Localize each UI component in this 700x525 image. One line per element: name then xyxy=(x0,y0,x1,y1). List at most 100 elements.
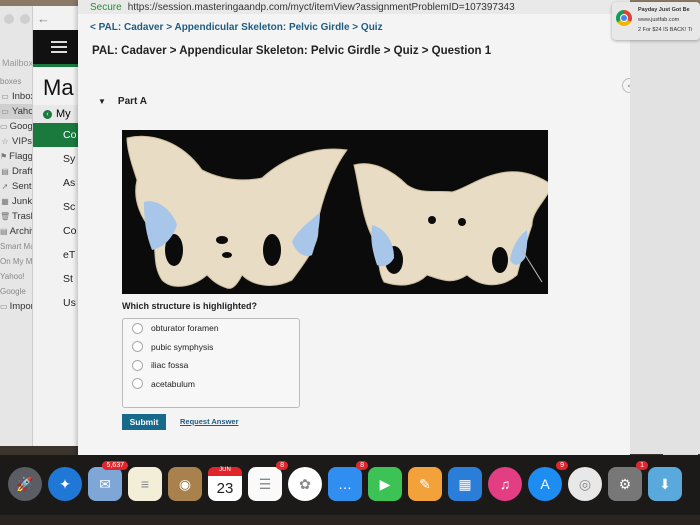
notification-badge: 9 xyxy=(556,461,568,470)
send-icon: ➚ xyxy=(1,182,9,191)
dock-app-photos[interactable]: ✿ xyxy=(288,467,322,501)
notification-badge: 8 xyxy=(356,461,368,470)
right-pelvis xyxy=(353,163,548,286)
junk-icon: ▦ xyxy=(1,197,9,206)
address-book-icon: ◉ xyxy=(178,475,192,492)
part-a-toggle[interactable]: ▼ Part A xyxy=(98,96,147,107)
page-title: PAL: Cadaver > Appendicular Skeleton: Pe… xyxy=(92,45,492,57)
podium-icon: ▦ xyxy=(458,475,472,492)
arrow-left-icon[interactable]: ← xyxy=(37,11,50,26)
dock-app-reminders[interactable]: ☰ 8 xyxy=(248,461,288,501)
inbox-icon: ▭ xyxy=(1,92,9,101)
answer-choice[interactable]: acetabulum xyxy=(123,375,299,394)
mailbox-label: VIPs xyxy=(12,136,33,147)
rocket-icon: 🚀 xyxy=(16,475,34,492)
radio-button[interactable] xyxy=(132,359,143,371)
notepad-icon: ≡ xyxy=(140,476,150,492)
dock-app-notes[interactable]: ≡ xyxy=(128,467,162,501)
dock-app-facetime[interactable]: ▶ xyxy=(368,467,402,501)
minimize-button[interactable] xyxy=(20,14,30,24)
mailbox-label: Yahoo! xyxy=(0,272,25,281)
answer-choices: obturator foramen pubic symphysis iliac fo… xyxy=(122,318,300,408)
radio-button[interactable] xyxy=(132,322,143,334)
video-phone-icon: ▶ xyxy=(379,475,391,492)
tray-icon: ▭ xyxy=(1,107,9,116)
answer-choice[interactable]: iliac fossa xyxy=(123,356,299,375)
close-button[interactable] xyxy=(4,14,14,24)
pointer-line xyxy=(521,249,543,283)
mailbox-label: Google xyxy=(0,287,26,296)
archive-icon: ▤ xyxy=(0,227,8,236)
dock-app-calendar[interactable]: JUN 23 xyxy=(208,467,242,501)
submit-button[interactable]: Submit xyxy=(122,414,166,430)
notification-body: 2 For $24 IS BACK! Ti xyxy=(638,27,693,33)
dock-app-keynote[interactable]: ▦ xyxy=(448,467,482,501)
hamburger-menu-icon[interactable] xyxy=(51,41,67,53)
choice-label: pubic symphysis xyxy=(151,341,214,352)
calendar-month: JUN xyxy=(208,467,242,476)
mailbox-label: Sent xyxy=(12,181,32,192)
dock-app-system-preferences[interactable]: ⚙ 1 xyxy=(608,461,648,501)
checklist-icon: ☰ xyxy=(258,475,272,492)
dock-app-app-store[interactable]: A9 xyxy=(528,461,568,501)
music-note-icon: ♫ xyxy=(499,476,511,492)
chevron-left-icon: ‹ xyxy=(43,109,52,119)
flag-icon: ⚑ xyxy=(0,152,8,161)
request-answer-link[interactable]: Request Answer xyxy=(180,417,239,426)
dock-app-itunes[interactable]: ♫ xyxy=(488,467,522,501)
question-text: Which structure is highlighted? xyxy=(122,301,257,311)
notification-source: www.justfab.com xyxy=(638,17,680,23)
my-courses-label: My xyxy=(56,108,71,120)
folder-icon: ▭ xyxy=(0,302,8,311)
background-window-right xyxy=(630,14,700,454)
trash-icon: 🗑 xyxy=(0,212,11,221)
notification-banner[interactable]: Payday Just Got Be www.justfab.com 2 For… xyxy=(612,2,700,40)
dock-app-downloads-folder[interactable]: ⬇ xyxy=(648,467,682,501)
gear-icon: ⚙ xyxy=(618,475,632,492)
choice-label: iliac fossa xyxy=(151,360,189,371)
eagle-stamp-icon: ✉ xyxy=(99,475,111,492)
chrome-icon: ◎ xyxy=(578,475,592,492)
star-icon: ☆ xyxy=(1,137,9,146)
notification-badge: 1 xyxy=(636,461,648,470)
chrome-icon xyxy=(616,10,632,26)
part-label: Part A xyxy=(117,96,148,107)
flower-icon: ✿ xyxy=(299,475,311,492)
mailbox-label: Junk xyxy=(12,196,33,207)
doc-icon: ▤ xyxy=(1,167,9,176)
mailbox-toolbar-label: Mailbox xyxy=(2,58,34,68)
dock-app-messages[interactable]: … 8 xyxy=(328,461,368,501)
dock-app-launchpad[interactable]: 🚀 xyxy=(8,467,42,501)
url-text[interactable]: https://session.masteringaandp.com/myct/… xyxy=(128,2,515,13)
dock-app-mail[interactable]: ✉ 5,637 xyxy=(88,461,128,501)
choice-label: acetabulum xyxy=(151,378,195,389)
address-bar[interactable]: Secure https://session.masteringaandp.co… xyxy=(78,0,630,14)
pelvis-image xyxy=(122,130,548,294)
app-store-icon: A xyxy=(540,476,550,492)
calendar-day: 23 xyxy=(216,479,234,497)
tray-icon: ▭ xyxy=(0,122,8,131)
browser-window: Secure https://session.masteringaandp.co… xyxy=(78,0,698,470)
dock-app-chrome[interactable]: ◎ xyxy=(568,467,602,501)
folder-download-icon: ⬇ xyxy=(659,475,671,492)
radio-button[interactable] xyxy=(132,378,143,390)
radio-button[interactable] xyxy=(132,341,143,353)
chat-bubble-icon: … xyxy=(338,476,352,492)
caret-down-icon: ▼ xyxy=(98,97,106,106)
dock-apps: 🚀 ✦ ✉ 5,637 ≡ ◉ JUN 23 ☰ 8 ✿… 8 ▶ ✎ ▦ ♫ A 9 ◎ ⚙ 1 ⬇ xyxy=(8,461,682,501)
compass-icon: ✦ xyxy=(59,475,71,492)
dock-app-safari[interactable]: ✦ xyxy=(48,467,82,501)
screen-bezel xyxy=(0,515,700,525)
pelvis-illustration xyxy=(126,135,548,289)
answer-choice[interactable]: obturator foramen xyxy=(123,319,299,338)
notification-badge: 5,637 xyxy=(102,461,128,470)
secure-label: Secure xyxy=(90,1,122,13)
notification-badge: 8 xyxy=(276,461,288,470)
pen-document-icon: ✎ xyxy=(419,475,431,492)
choice-label: obturator foramen xyxy=(151,323,219,334)
answer-choice[interactable]: pubic symphysis xyxy=(123,338,299,357)
dock-app-contacts[interactable]: ◉ xyxy=(168,467,202,501)
breadcrumb-back-link[interactable]: < PAL: Cadaver > Appendicular Skeleton: … xyxy=(78,14,630,33)
notification-title: Payday Just Got Be xyxy=(638,7,690,13)
dock-app-pages[interactable]: ✎ xyxy=(408,467,442,501)
